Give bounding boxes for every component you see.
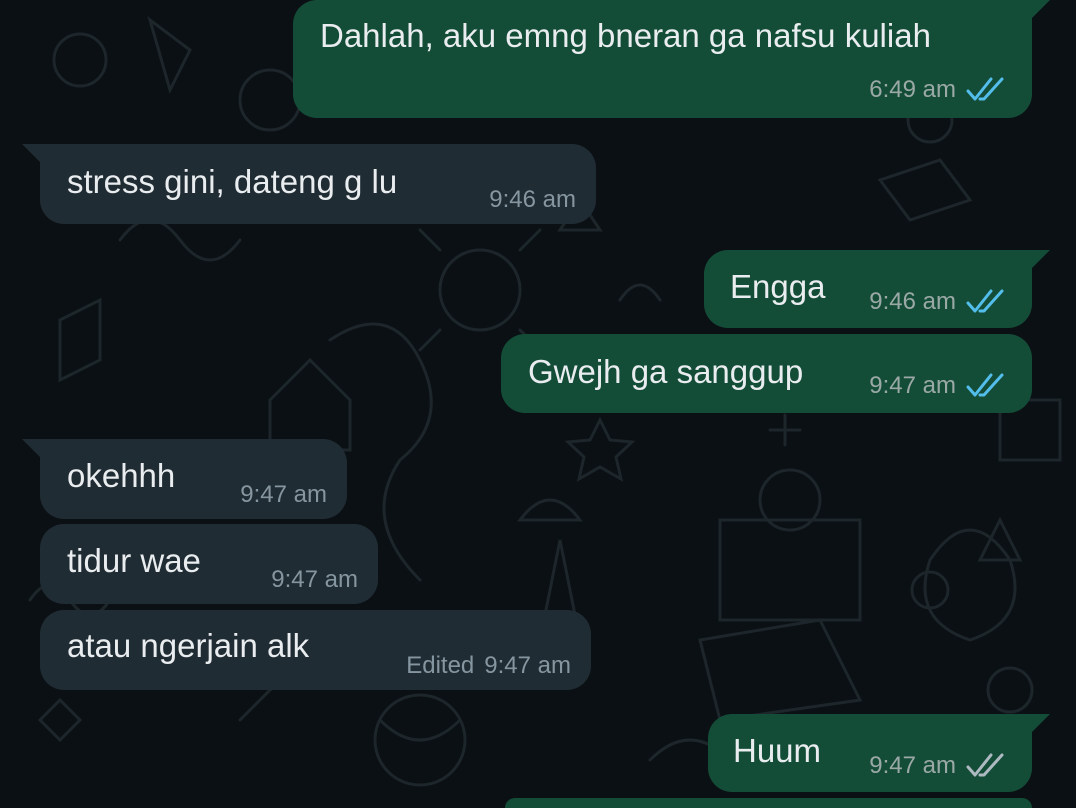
message-time: 9:47 am (869, 372, 956, 399)
message-meta: 9:46 am (869, 288, 1006, 316)
message-text: Gwejh ga sanggup (528, 353, 804, 390)
message-time: 9:46 am (869, 288, 956, 315)
message-meta: 9:47 am (240, 481, 327, 509)
message-meta: 9:47 am (869, 372, 1006, 400)
message-time: 9:46 am (489, 186, 576, 213)
double-check-icon (966, 289, 1006, 315)
double-check-icon (966, 373, 1006, 399)
message-text: atau ngerjain alk (67, 627, 310, 664)
double-check-icon (966, 77, 1006, 103)
message-bubble-incoming[interactable]: atau ngerjain alk Edited 9:47 am (40, 610, 591, 690)
message-bubble-outgoing[interactable]: Engga 9:46 am (704, 250, 1050, 328)
message-meta: 6:49 am (869, 76, 1006, 104)
message-meta: Edited 9:47 am (406, 652, 571, 680)
message-meta: 9:47 am (869, 752, 1006, 780)
message-text: Huum (733, 732, 822, 769)
message-text: Dahlah, aku emng bneran ga nafsu kuliah (320, 17, 931, 54)
message-text: stress gini, dateng g lu (67, 163, 398, 200)
message-bubble-outgoing[interactable]: Huum 9:47 am (708, 714, 1050, 792)
message-time: 9:47 am (240, 481, 327, 508)
message-bubble-incoming[interactable]: tidur wae 9:47 am (40, 524, 378, 604)
double-check-icon (966, 753, 1006, 779)
message-bubble-outgoing[interactable]: Gwejh ga sanggup 9:47 am (501, 334, 1032, 413)
message-bubble-incoming[interactable]: okehhh 9:47 am (22, 439, 347, 519)
message-bubble-outgoing[interactable]: Dahlah, aku emng bneran ga nafsu kuliah … (293, 0, 1050, 118)
message-time: 9:47 am (484, 652, 571, 679)
message-bubble-incoming[interactable]: stress gini, dateng g lu 9:46 am (22, 144, 596, 224)
message-text: tidur wae (67, 542, 201, 579)
message-text: Engga (730, 268, 826, 305)
message-meta: 9:47 am (271, 566, 358, 594)
edited-label: Edited (406, 652, 475, 679)
message-bubble-outgoing-partial[interactable] (505, 798, 1032, 808)
message-text: okehhh (67, 457, 176, 494)
message-time: 9:47 am (869, 752, 956, 779)
message-time: 9:47 am (271, 566, 358, 593)
message-time: 6:49 am (869, 76, 956, 103)
message-meta: 9:46 am (489, 186, 576, 214)
